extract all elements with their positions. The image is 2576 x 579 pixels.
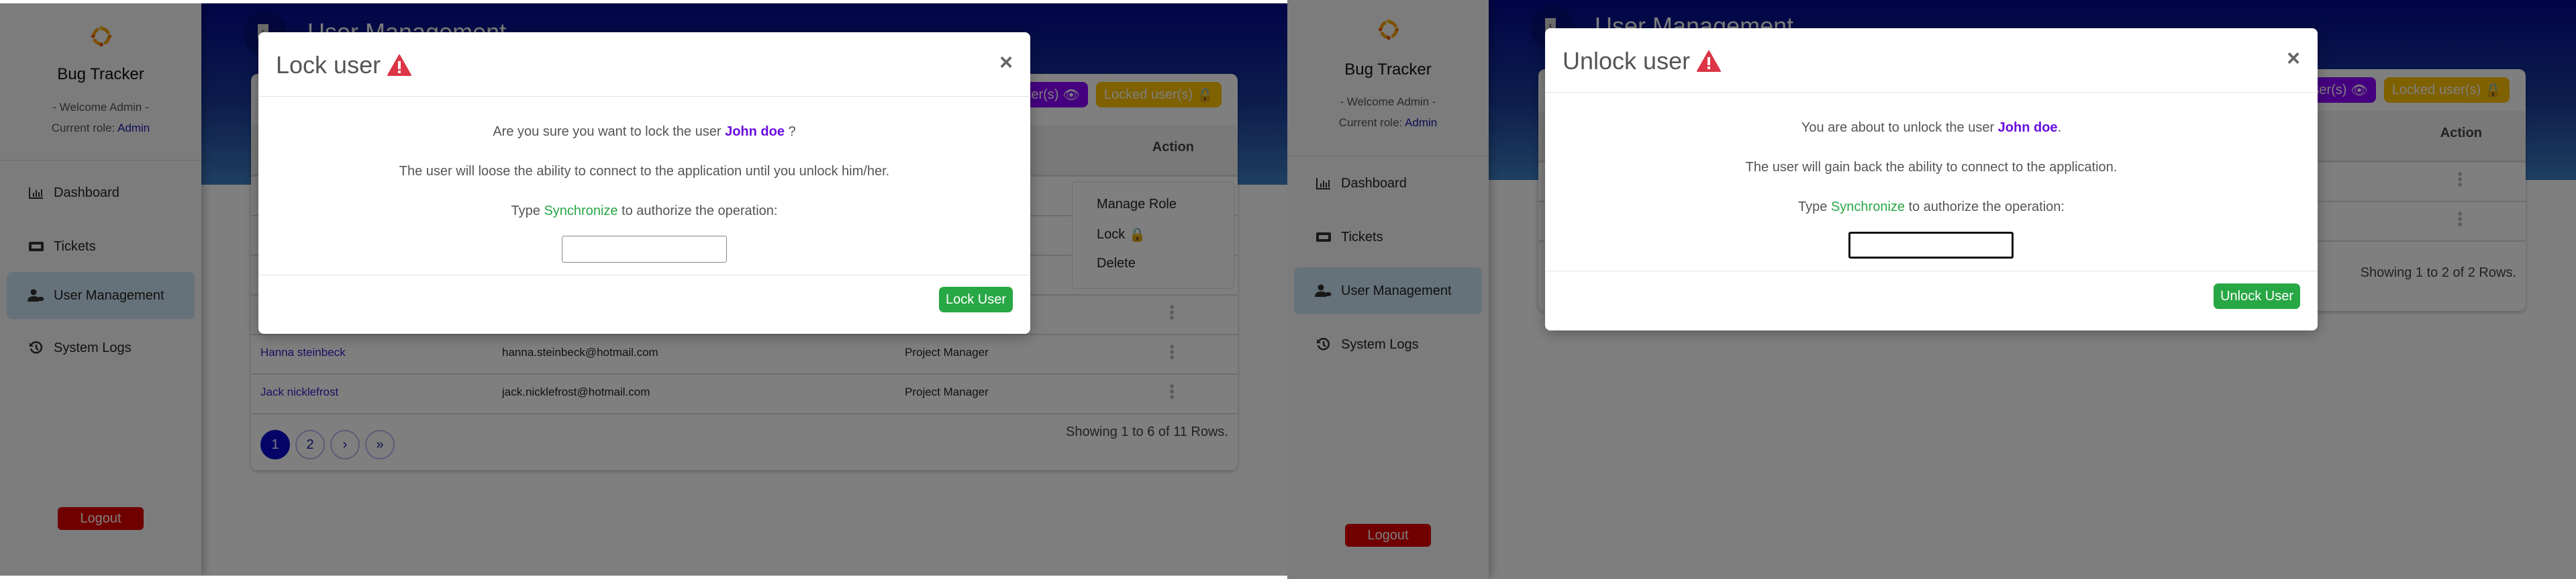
auth-keyword: Synchronize — [1830, 199, 1905, 214]
target-user-name: John doe — [1997, 120, 2058, 135]
target-user-name: John doe — [725, 124, 785, 139]
lock-user-modal: Lock user × Are you sure you want to loc… — [258, 32, 1030, 334]
auth-keyword-input[interactable] — [562, 236, 727, 263]
warning-icon — [1697, 50, 1722, 72]
lock-user-screen: Bug Tracker - Welcome Admin - Current ro… — [0, 3, 1287, 576]
modal-title-text: Unlock user — [1563, 47, 1691, 75]
consequence-text: The user will loose the ability to conne… — [399, 164, 890, 179]
modal-header: Lock user × — [258, 32, 1030, 97]
auth-instruction: Type Synchronize to authorize the operat… — [1798, 199, 2065, 214]
modal-body: Are you sure you want to lock the user J… — [258, 96, 1030, 275]
confirm-question: Are you sure you want to lock the user J… — [493, 124, 796, 139]
unlock-user-modal: Unlock user × You are about to unlock th… — [1545, 28, 2318, 330]
modal-title-text: Lock user — [276, 51, 381, 79]
lock-user-button[interactable]: Lock User — [938, 287, 1013, 312]
close-icon[interactable]: × — [999, 50, 1013, 76]
auth-keyword-input[interactable] — [1848, 232, 2014, 259]
modal-body: You are about to unlock the user John do… — [1545, 92, 2318, 271]
warning-icon — [387, 54, 412, 76]
auth-keyword: Synchronize — [544, 204, 618, 218]
unlock-user-screen: Bug Tracker - Welcome Admin - Current ro… — [1287, 0, 2576, 579]
modal-title: Lock user — [276, 51, 412, 79]
modal-title: Unlock user — [1563, 47, 1722, 75]
consequence-text: The user will gain back the ability to c… — [1745, 160, 2118, 175]
modal-header: Unlock user × — [1545, 28, 2318, 93]
close-icon[interactable]: × — [2287, 46, 2300, 72]
auth-instruction: Type Synchronize to authorize the operat… — [511, 204, 778, 218]
confirm-question: You are about to unlock the user John do… — [1801, 120, 2062, 135]
unlock-user-button[interactable]: Unlock User — [2214, 283, 2300, 309]
